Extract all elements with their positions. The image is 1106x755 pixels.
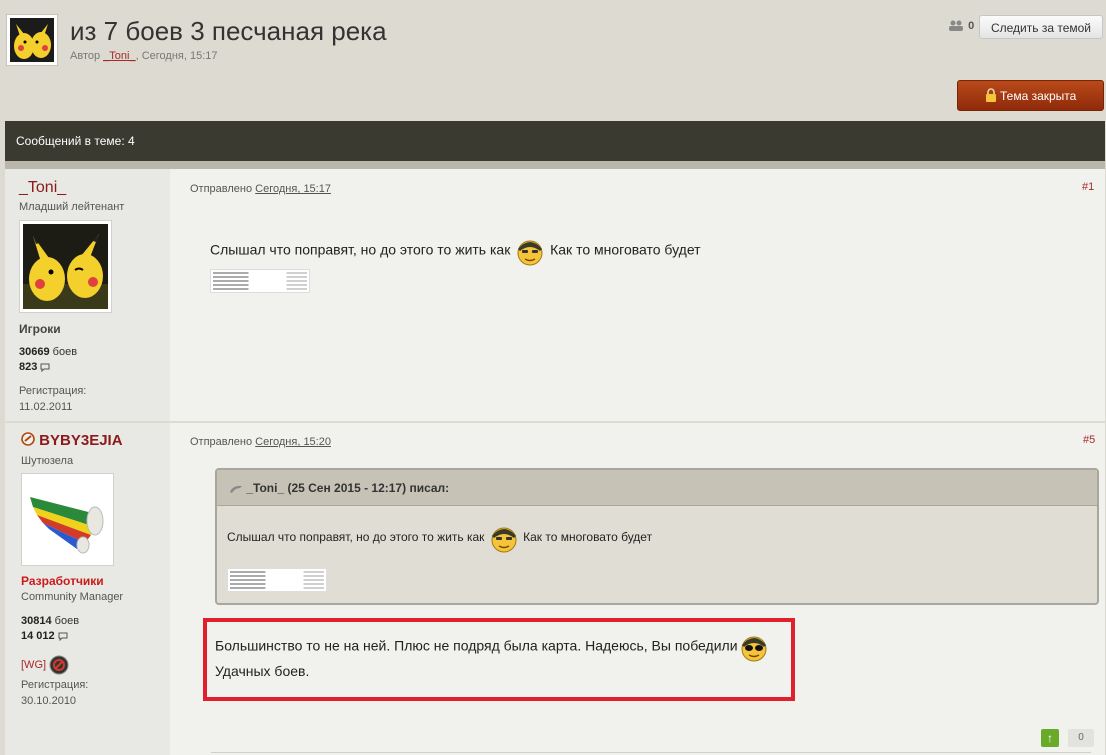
reg-date: 11.02.2011	[19, 401, 73, 413]
attachment-thumbnail[interactable]	[210, 269, 310, 293]
topic-meta: Автор _Toni_, Сегодня, 15:17	[70, 50, 218, 62]
messages-stat: 823	[19, 361, 50, 373]
registration: Регистрация: 11.02.2011	[19, 383, 86, 415]
vote-count: 0	[1068, 729, 1094, 747]
posted-label: Отправлено	[190, 436, 253, 448]
post: _Toni_ Младший лейтенант Игроки 30669 бо…	[5, 169, 1105, 421]
comment-icon	[58, 632, 68, 641]
messages-number: 14 012	[21, 630, 55, 642]
posted-time: Сегодня, 15:17	[255, 183, 331, 195]
user-group: Игроки	[19, 322, 61, 336]
tanker-smiley-icon	[517, 240, 543, 266]
posted-date: Отправлено Сегодня, 15:17	[190, 183, 331, 195]
posted-time: Сегодня, 15:20	[255, 436, 331, 448]
author-pane: BYBY3EJIA Шутюзела Разработчики Communit…	[5, 423, 170, 755]
quote-icon	[230, 485, 242, 493]
post-divider	[211, 752, 1091, 753]
topic-author-avatar[interactable]	[6, 14, 58, 66]
bar-strip	[5, 161, 1105, 169]
quote-attachment-thumbnail[interactable]	[227, 568, 327, 592]
battles-stat: 30669 боев	[19, 346, 77, 358]
quote-text: Слышал что поправят, но до этого то жить…	[227, 522, 652, 554]
username-link[interactable]: _Toni_	[19, 179, 66, 197]
quote-block: _Toni_ (25 Сен 2015 - 12:17) писал: Слыш…	[215, 468, 1099, 605]
post-text: Слышал что поправят, но до этого то жить…	[210, 235, 701, 267]
post-number-link[interactable]: #5	[1083, 434, 1095, 446]
quote-header: _Toni_ (25 Сен 2015 - 12:17) писал:	[217, 470, 1097, 506]
avatar[interactable]	[21, 473, 114, 566]
messages-stat: 14 012	[21, 630, 68, 642]
meta-date: , Сегодня, 15:17	[135, 50, 218, 62]
meta-prefix: Автор	[70, 50, 101, 62]
quote-text-before: Слышал что поправят, но до этого то жить…	[227, 530, 485, 545]
author-pane: _Toni_ Младший лейтенант Игроки 30669 бо…	[5, 169, 170, 421]
users-icon	[949, 20, 963, 32]
posted-date: Отправлено Сегодня, 15:20	[190, 436, 331, 448]
comment-icon	[40, 363, 50, 372]
user-group: Разработчики	[21, 574, 104, 588]
username-text: BYBY3EJIA	[39, 432, 123, 449]
reg-date: 30.10.2010	[21, 695, 77, 707]
lock-icon	[985, 88, 996, 102]
tanker-smiley-icon	[491, 527, 517, 553]
followers-number: 0	[968, 20, 975, 32]
clan-emblem-icon	[49, 655, 69, 675]
topic-author-link[interactable]: _Toni_	[103, 50, 135, 62]
post: BYBY3EJIA Шутюзела Разработчики Communit…	[5, 423, 1105, 755]
battles-number: 30669	[19, 346, 50, 358]
topic-closed-label: Тема закрыта	[999, 89, 1077, 103]
reg-label: Регистрация:	[19, 385, 87, 397]
avatar[interactable]	[19, 220, 112, 313]
messages-number: 823	[19, 361, 38, 373]
battles-stat: 30814 боев	[21, 615, 79, 627]
post-number-link[interactable]: #1	[1082, 181, 1094, 193]
post-text-before: Слышал что поправят, но до этого то жить…	[210, 241, 511, 258]
clan-label: [WG]	[21, 658, 47, 671]
follow-topic-button[interactable]: Следить за темой	[979, 15, 1103, 39]
quote-text-after: Как то многовато будет	[523, 530, 653, 545]
reg-label: Регистрация:	[21, 679, 89, 691]
battles-label: боев	[54, 615, 80, 627]
highlight-box	[203, 618, 795, 701]
posted-label: Отправлено	[190, 183, 253, 195]
user-rank: Шутюзела	[21, 455, 74, 467]
user-title: Community Manager	[21, 591, 124, 603]
posts-count-bar: Сообщений в теме: 4	[5, 121, 1105, 161]
vote-up-button[interactable]: ↑	[1041, 729, 1059, 747]
post-text-after: Как то многовато будет	[550, 241, 701, 258]
page-title: из 7 боев 3 песчаная река	[70, 16, 387, 46]
user-rank: Младший лейтенант	[19, 201, 125, 213]
quote-header-text: _Toni_ (25 Сен 2015 - 12:17) писал:	[246, 481, 450, 495]
clan-tag[interactable]: [WG]	[21, 655, 69, 675]
registration: Регистрация: 30.10.2010	[21, 677, 88, 709]
followers-count[interactable]: 0	[948, 20, 974, 32]
topic-closed-button[interactable]: Тема закрыта	[957, 80, 1104, 111]
arrow-up-icon: ↑	[1047, 731, 1053, 745]
battles-number: 30814	[21, 615, 52, 627]
wg-logo-icon	[21, 432, 35, 446]
username-link[interactable]: BYBY3EJIA	[21, 432, 123, 449]
battles-label: боев	[52, 346, 78, 358]
